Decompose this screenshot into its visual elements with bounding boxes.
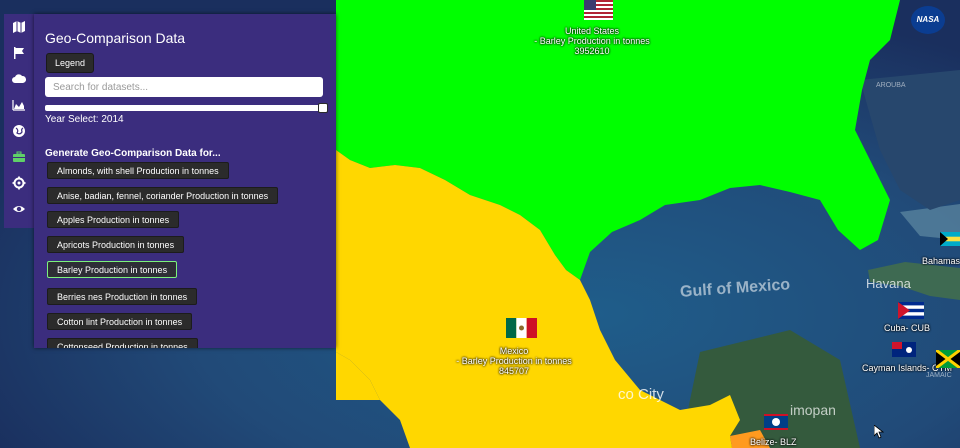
generate-heading: Generate Geo-Comparison Data for...: [45, 148, 221, 159]
bahamas-label: Bahamas-: [922, 256, 960, 266]
havana-label: Havana: [866, 276, 911, 291]
legend-button[interactable]: Legend: [46, 53, 94, 73]
dataset-button-barley[interactable]: Barley Production in tonnes: [47, 261, 178, 278]
cuba-label: Cuba- CUB: [884, 323, 931, 333]
nasa-logo: NASA: [911, 6, 945, 34]
dataset-button-apricots[interactable]: Apricots Production in tonnes: [47, 236, 185, 253]
cuba-flag-icon[interactable]: [898, 302, 924, 319]
jamaica-flag-icon[interactable]: [936, 350, 960, 368]
year-slider-thumb[interactable]: [318, 103, 328, 113]
year-slider-track[interactable]: [45, 105, 323, 111]
panel-title: Geo-Comparison Data: [45, 30, 186, 46]
belize-flag-icon[interactable]: [764, 414, 788, 430]
dataset-search-input[interactable]: [45, 77, 323, 97]
eye-icon[interactable]: [12, 202, 26, 216]
sidebar-icon-rail: [4, 14, 34, 228]
dataset-button-apples[interactable]: Apples Production in tonnes: [47, 211, 180, 228]
belize-label: Belize- BLZ: [750, 437, 797, 447]
place-label: imopan: [790, 402, 836, 418]
cayman-flag-icon[interactable]: [892, 342, 916, 357]
dataset-button-cotton-lint[interactable]: Cotton lint Production in tonnes: [47, 313, 193, 330]
dataset-button-almonds[interactable]: Almonds, with shell Production in tonnes: [47, 162, 229, 179]
map-icon[interactable]: [12, 20, 26, 34]
bahamas-flag-icon[interactable]: [940, 232, 960, 246]
mexico-flag-icon[interactable]: [506, 318, 537, 338]
area-chart-icon[interactable]: [12, 98, 26, 112]
region-label: AROUBA: [876, 82, 906, 89]
year-select-label: Year Select: 2014: [45, 114, 124, 125]
usa-flag-icon[interactable]: [584, 0, 613, 20]
city-label: co City: [618, 386, 664, 403]
geo-comparison-panel: Geo-Comparison Data Legend Year Select: …: [34, 14, 336, 348]
globe-icon[interactable]: [12, 124, 26, 138]
dataset-button-berries[interactable]: Berries nes Production in tonnes: [47, 288, 198, 305]
briefcase-icon[interactable]: [12, 150, 26, 164]
mexico-info-label: Mexico - Barley Production in tonnes 845…: [456, 346, 572, 376]
dataset-button-cottonseed[interactable]: Cottonseed Production in tonnes: [47, 338, 198, 348]
cloud-icon[interactable]: [12, 72, 26, 86]
usa-info-label: United States - Barley Production in ton…: [534, 26, 650, 56]
flag-icon[interactable]: [12, 46, 26, 60]
jamaica-label: JAMAIC: [926, 372, 952, 379]
dataset-button-anise[interactable]: Anise, badian, fennel, coriander Product…: [47, 187, 279, 204]
gear-icon[interactable]: [12, 176, 26, 190]
mouse-cursor-icon: [874, 425, 884, 439]
